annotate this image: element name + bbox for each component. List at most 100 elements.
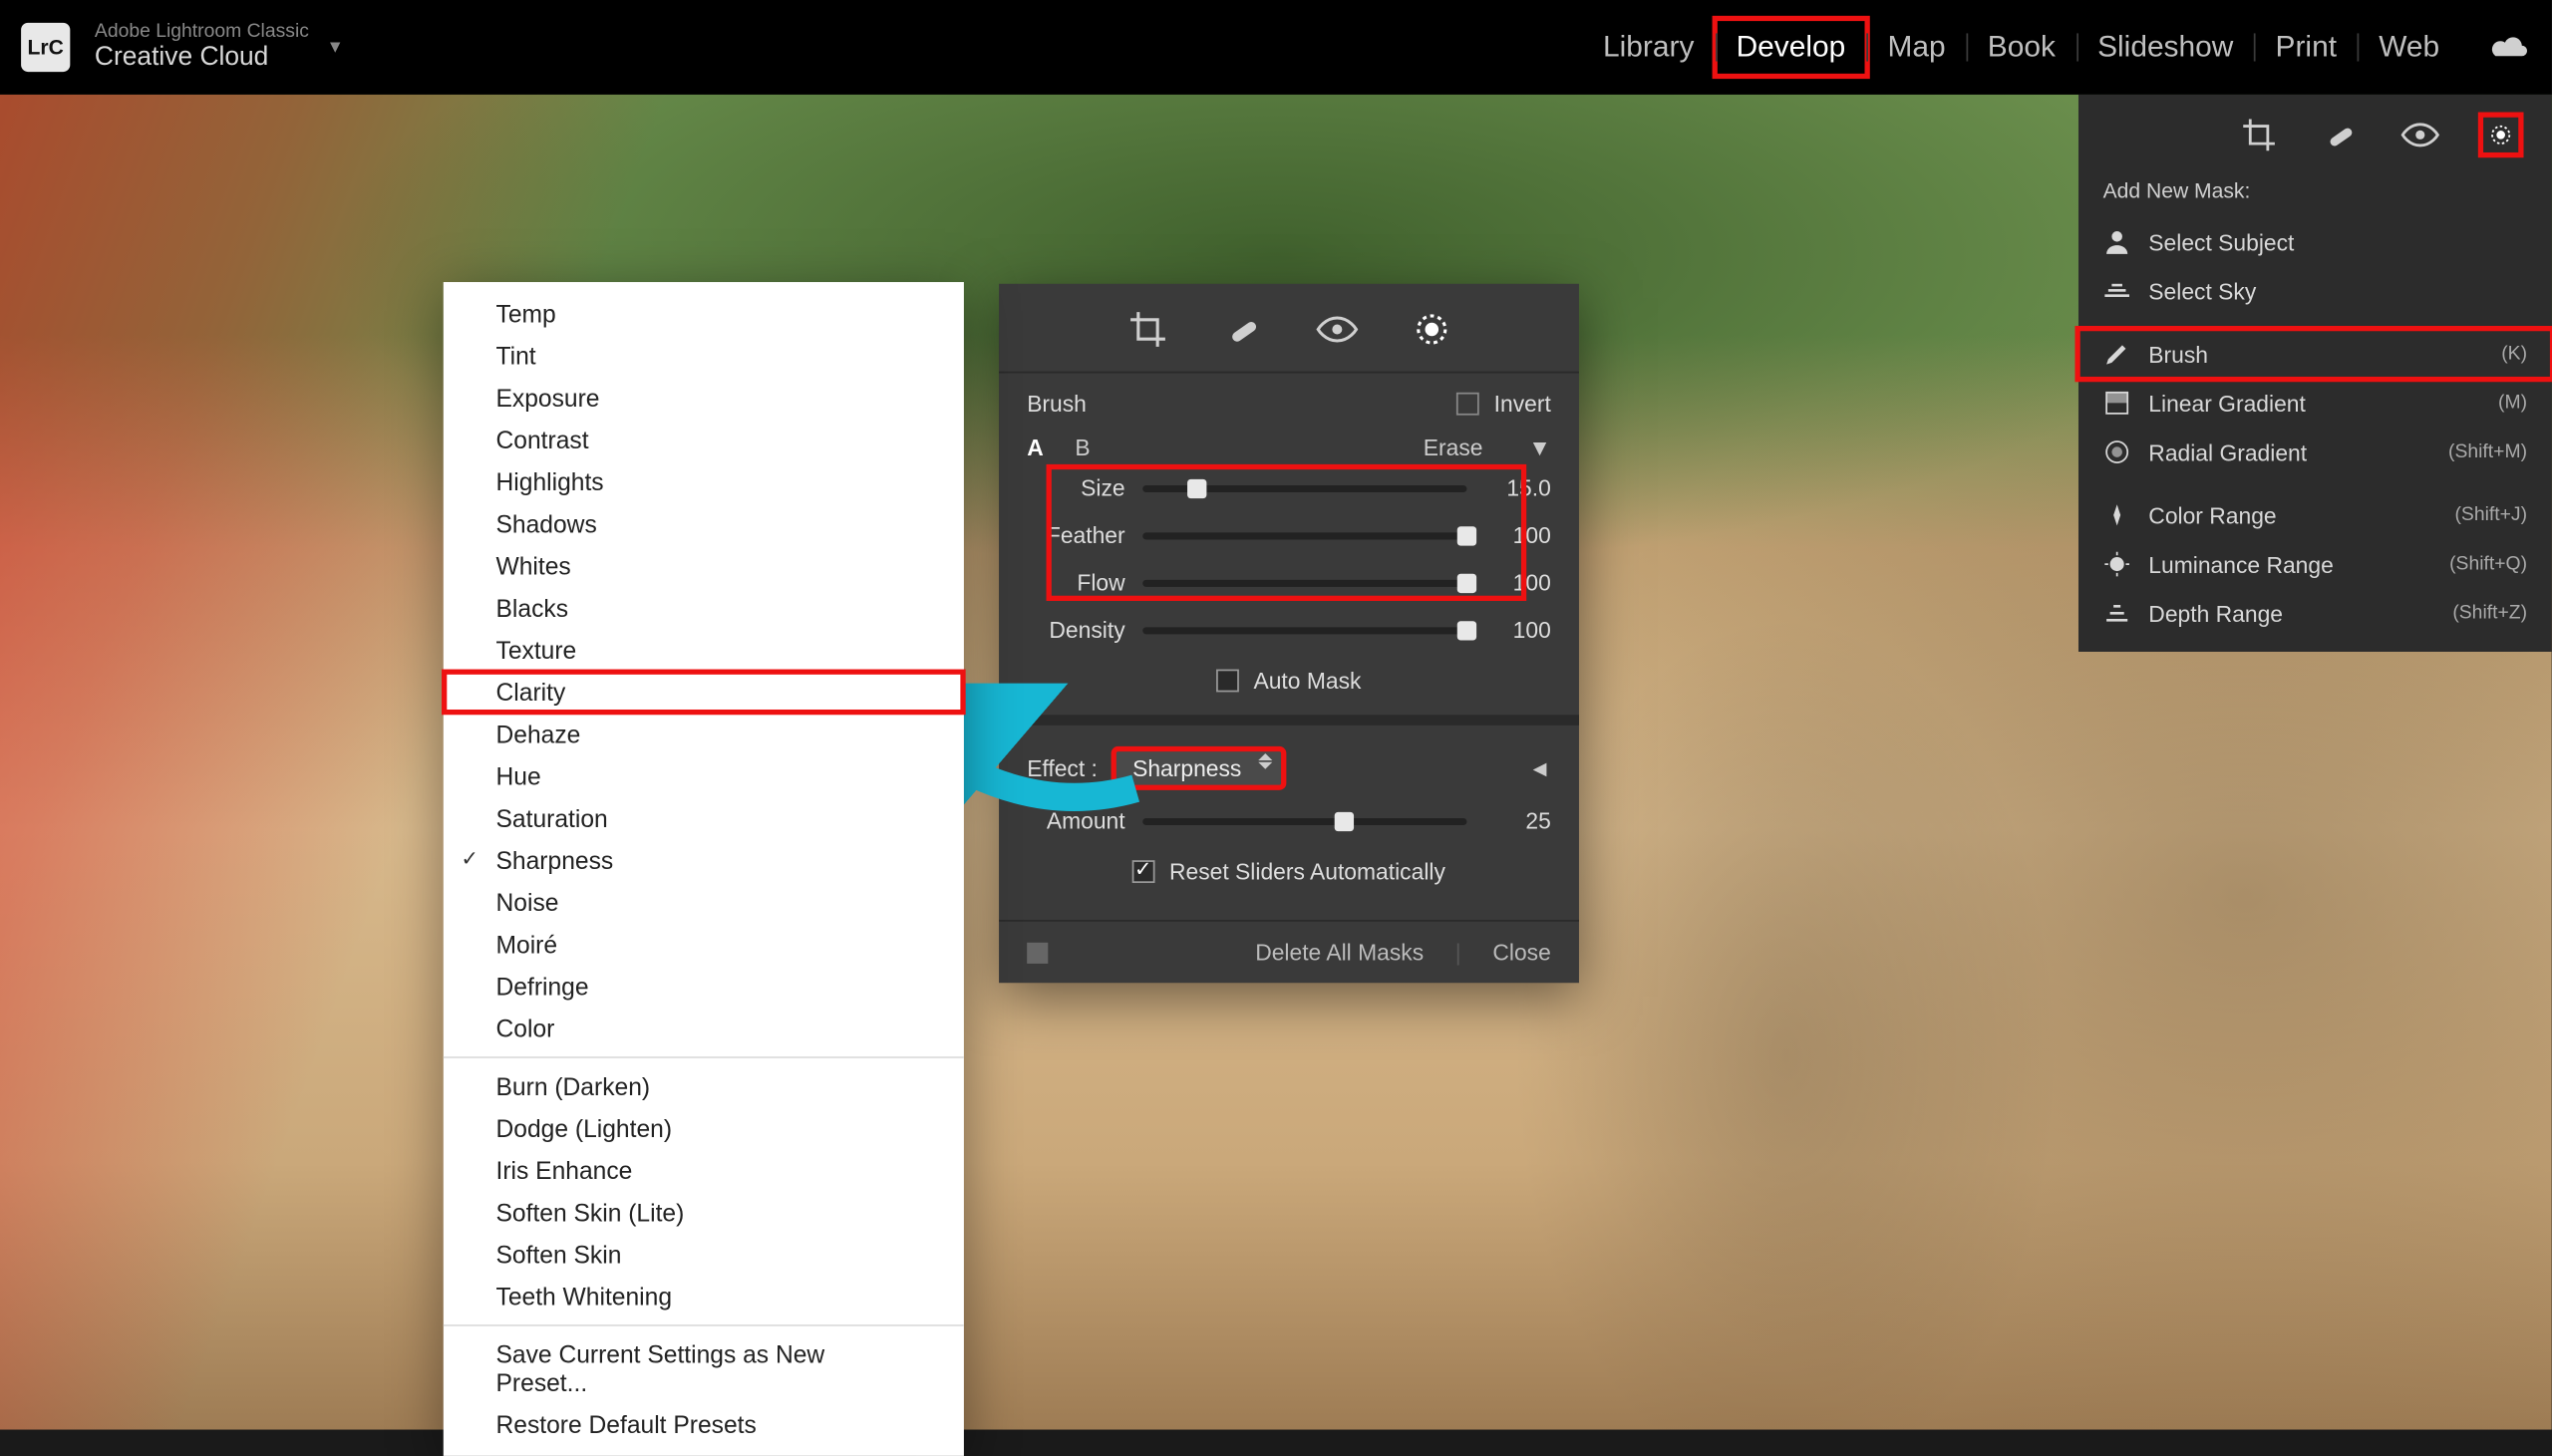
chevron-down-icon[interactable]: ▼ (1528, 435, 1551, 460)
eye-icon[interactable] (1315, 308, 1357, 350)
brand-line1: Adobe Lightroom Classic (95, 23, 309, 43)
slider-row-flow: Flow100 (999, 559, 1579, 606)
delete-masks-link[interactable]: Delete All Masks (1255, 939, 1424, 965)
effect-item-tint[interactable]: Tint (444, 335, 964, 377)
pin-icon[interactable] (1027, 942, 1048, 963)
mask-option-radial-gradient[interactable]: Radial Gradient(Shift+M) (2078, 428, 2552, 476)
lum-icon (2103, 550, 2131, 578)
effect-item-defringe[interactable]: Defringe (444, 966, 964, 1008)
module-picker: LibraryDevelopMapBookSlideshowPrintWeb (1582, 19, 2460, 75)
heal-icon[interactable] (1220, 308, 1262, 350)
brush-header: Brush Invert (999, 373, 1579, 427)
effect-item-whites[interactable]: Whites (444, 545, 964, 587)
brush-settings-panel: Brush Invert A B Erase ▼ Size15.0Feather… (999, 284, 1579, 983)
invert-checkbox[interactable] (1457, 393, 1480, 416)
mask-panel: Add New Mask: Select SubjectSelect Sky Br… (2078, 95, 2552, 652)
effect-item-noise[interactable]: Noise (444, 881, 964, 923)
mask-option-select-subject[interactable]: Select Subject (2078, 217, 2552, 266)
effect-item-burn-darken-[interactable]: Burn (Darken) (444, 1065, 964, 1107)
module-develop[interactable]: Develop (1716, 19, 1867, 75)
module-map[interactable]: Map (1866, 19, 1966, 75)
effect-item-dehaze[interactable]: Dehaze (444, 714, 964, 755)
heal-icon[interactable] (2321, 116, 2360, 154)
effect-item-sharpness[interactable]: Sharpness (444, 839, 964, 881)
flow-slider[interactable] (1142, 579, 1466, 586)
color-icon (2103, 501, 2131, 529)
brand-line2: Creative Cloud (95, 44, 309, 72)
brush-tool-strip (999, 284, 1579, 374)
effect-item-clarity[interactable]: Clarity (444, 671, 964, 713)
add-mask-label: Add New Mask: (2078, 171, 2552, 217)
mask-tool-strip (2078, 102, 2552, 171)
effect-item-temp[interactable]: Temp (444, 293, 964, 335)
effect-item-soften-skin[interactable]: Soften Skin (444, 1234, 964, 1276)
mask-option-linear-gradient[interactable]: Linear Gradient(M) (2078, 379, 2552, 428)
invert-label: Invert (1494, 391, 1551, 417)
brush-footer: Delete All Masks | Close (999, 920, 1579, 983)
effect-item-hue[interactable]: Hue (444, 755, 964, 797)
mask-option-select-sky[interactable]: Select Sky (2078, 266, 2552, 315)
brush-erase-tab[interactable]: Erase (1424, 435, 1483, 460)
effect-item-iris-enhance[interactable]: Iris Enhance (444, 1149, 964, 1191)
mask-option-depth-range[interactable]: Depth Range(Shift+Z) (2078, 589, 2552, 638)
reset-label: Reset Sliders Automatically (1169, 858, 1445, 884)
effect-item-dodge-lighten-[interactable]: Dodge (Lighten) (444, 1107, 964, 1149)
brand-caret-icon[interactable]: ▼ (327, 38, 344, 57)
auto-mask-label: Auto Mask (1253, 668, 1361, 694)
slider-row-feather: Feather100 (999, 511, 1579, 558)
module-slideshow[interactable]: Slideshow (2076, 19, 2254, 75)
effect-item-teeth-whitening[interactable]: Teeth Whitening (444, 1276, 964, 1317)
size-slider[interactable] (1142, 484, 1466, 491)
cloud-sync-icon[interactable] (2488, 32, 2530, 64)
sky-icon (2103, 277, 2131, 305)
close-link[interactable]: Close (1492, 939, 1550, 965)
effect-item-exposure[interactable]: Exposure (444, 377, 964, 419)
effect-dropdown-menu: TempTintExposureContrastHighlightsShadow… (444, 282, 964, 1456)
mask-icon[interactable] (2481, 116, 2520, 154)
mask-option-luminance-range[interactable]: Luminance Range(Shift+Q) (2078, 539, 2552, 588)
effect-item-color[interactable]: Color (444, 1008, 964, 1049)
effect-item-restore-default-presets[interactable]: Restore Default Presets (444, 1403, 964, 1445)
top-bar: LrC Adobe Lightroom Classic Creative Clo… (0, 0, 2552, 95)
linear-icon (2103, 389, 2131, 417)
effect-item-soften-skin-lite-[interactable]: Soften Skin (Lite) (444, 1191, 964, 1233)
amount-value: 25 (1484, 807, 1551, 833)
effect-item-highlights[interactable]: Highlights (444, 460, 964, 502)
crop-icon[interactable] (1126, 308, 1168, 350)
disclosure-left-icon[interactable]: ◄ (1528, 755, 1551, 781)
depth-icon (2103, 599, 2131, 627)
auto-mask-checkbox[interactable] (1217, 670, 1240, 693)
module-web[interactable]: Web (2358, 19, 2460, 75)
effect-item-contrast[interactable]: Contrast (444, 419, 964, 460)
effect-item-texture[interactable]: Texture (444, 629, 964, 671)
app-logo: LrC (21, 23, 70, 72)
density-slider[interactable] (1142, 626, 1466, 633)
crop-icon[interactable] (2240, 116, 2279, 154)
eye-icon[interactable] (2400, 116, 2439, 154)
mask-option-brush[interactable]: Brush(K) (2078, 330, 2552, 379)
effect-item-blacks[interactable]: Blacks (444, 587, 964, 629)
brush-icon (2103, 340, 2131, 368)
brush-a-tab[interactable]: A (1027, 435, 1044, 460)
reset-checkbox[interactable] (1132, 860, 1155, 883)
brand-block: Adobe Lightroom Classic Creative Cloud (95, 23, 309, 71)
person-icon (2103, 228, 2131, 256)
slider-row-size: Size15.0 (999, 464, 1579, 511)
module-book[interactable]: Book (1967, 19, 2076, 75)
radial-icon (2103, 438, 2131, 466)
brush-ab-row: A B Erase ▼ (999, 428, 1579, 464)
effect-item-saturation[interactable]: Saturation (444, 797, 964, 839)
mask-icon[interactable] (1410, 308, 1451, 350)
effect-item-shadows[interactable]: Shadows (444, 503, 964, 545)
module-print[interactable]: Print (2254, 19, 2358, 75)
brush-b-tab[interactable]: B (1075, 435, 1090, 460)
feather-slider[interactable] (1142, 532, 1466, 539)
reset-row: Reset Sliders Automatically (999, 844, 1579, 906)
slider-row-density: Density100 (999, 606, 1579, 653)
brush-title: Brush (1027, 391, 1087, 417)
mask-option-color-range[interactable]: Color Range(Shift+J) (2078, 490, 2552, 539)
effect-item-moir-[interactable]: Moiré (444, 923, 964, 965)
effect-item-save-current-settings-as-new-preset-[interactable]: Save Current Settings as New Preset... (444, 1333, 964, 1403)
module-library[interactable]: Library (1582, 19, 1716, 75)
amount-slider[interactable] (1142, 817, 1466, 824)
